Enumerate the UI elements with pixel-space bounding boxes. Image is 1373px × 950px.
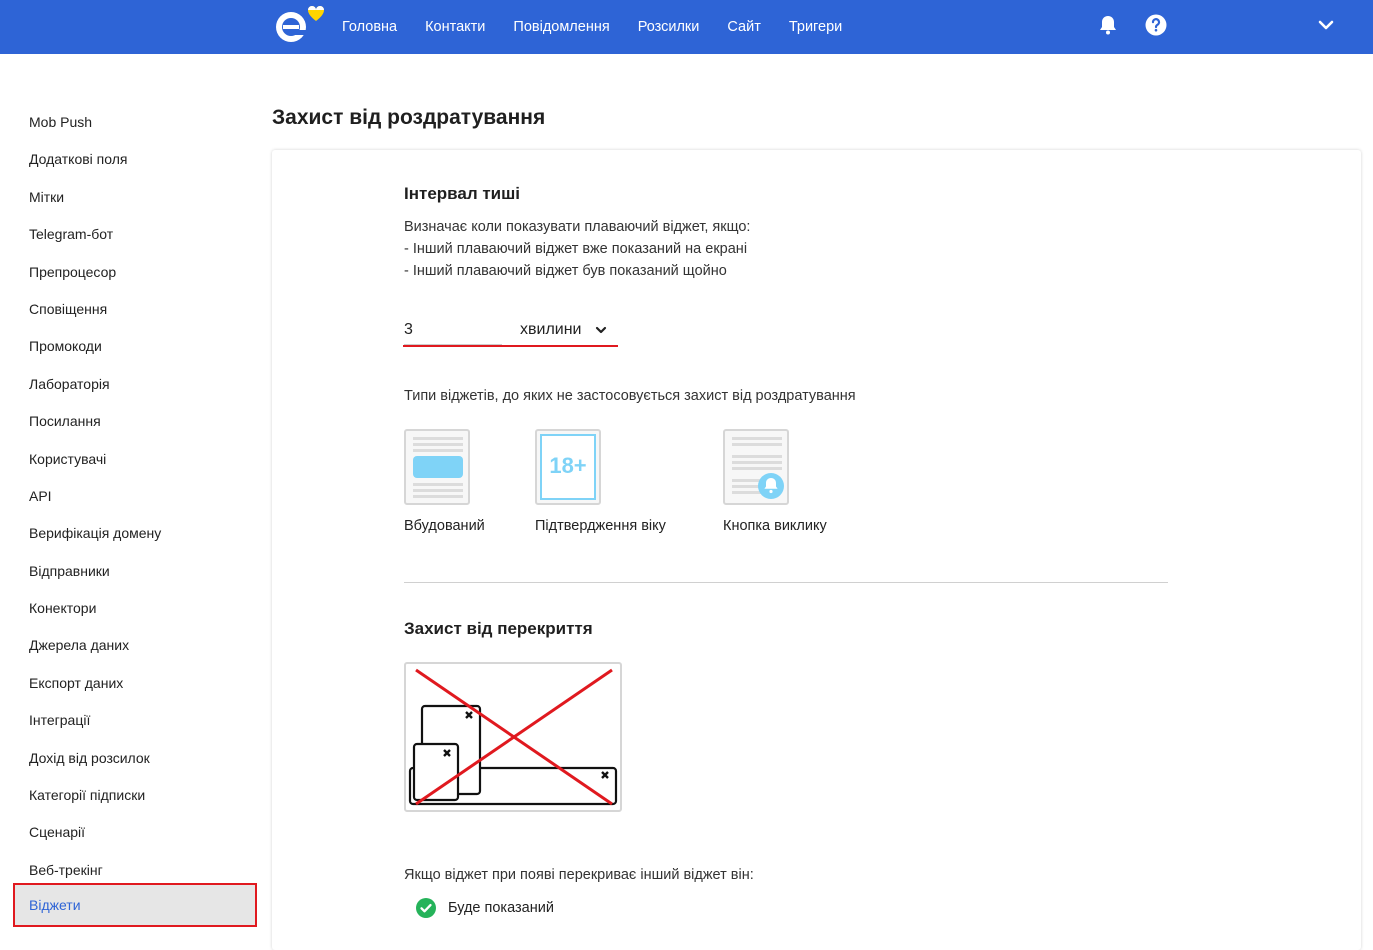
interval-unit-select[interactable]: хвилини xyxy=(520,316,618,344)
main-nav: Головна Контакти Повідомлення Розсилки С… xyxy=(342,0,870,54)
overlap-protection-title: Захист від перекриття xyxy=(404,619,593,638)
silence-description-line-2: - Інший плаваючий віджет вже показаний н… xyxy=(404,241,748,257)
nav-triggers[interactable]: Тригери xyxy=(789,19,842,35)
overlapping-windows-icon xyxy=(408,668,618,806)
nav-campaigns[interactable]: Розсилки xyxy=(638,19,700,35)
overlap-question: Якщо віджет при появі перекриває інший в… xyxy=(404,867,754,883)
nav-messages[interactable]: Повідомлення xyxy=(513,19,609,35)
embedded-widget-label[interactable]: Вбудований xyxy=(404,518,485,534)
nav-home[interactable]: Головна xyxy=(342,19,397,35)
section-divider xyxy=(404,582,1168,583)
page-title: Захист від роздратування xyxy=(272,106,546,129)
silence-interval-title: Інтервал тиші xyxy=(404,184,521,203)
overlap-option-shown[interactable]: Буде показаний xyxy=(416,898,554,918)
silence-interval-input[interactable] xyxy=(404,316,502,345)
help-icon[interactable] xyxy=(1144,13,1168,37)
age-badge: 18+ xyxy=(549,453,587,478)
interval-highlight-underline xyxy=(403,345,618,347)
sidebar-item-widgets[interactable]: Віджети xyxy=(13,883,257,927)
interval-unit-value: хвилини xyxy=(520,321,582,338)
call-button-widget-label[interactable]: Кнопка виклику xyxy=(723,518,827,534)
overlap-option-label: Буде показаний xyxy=(448,900,554,916)
chevron-down-icon[interactable] xyxy=(1314,13,1338,37)
nav-site[interactable]: Сайт xyxy=(727,19,760,35)
chevron-down-icon xyxy=(596,326,607,334)
call-button-widget-icon xyxy=(732,437,784,499)
overlap-illustration xyxy=(404,662,622,812)
embedded-widget-icon xyxy=(413,437,463,498)
excluded-widgets-title: Типи віджетів, до яких не застосовується… xyxy=(404,388,856,404)
age-verification-widget-label[interactable]: Підтвердження віку xyxy=(535,518,666,534)
silence-description-line-3: - Інший плаваючий віджет був показаний щ… xyxy=(404,263,727,279)
embedded-widget-thumb[interactable] xyxy=(404,429,470,505)
age-verification-widget-thumb[interactable]: 18+ xyxy=(535,429,601,505)
silence-description-line-1: Визначає коли показувати плаваючий відже… xyxy=(404,219,751,235)
check-circle-icon xyxy=(416,898,436,918)
top-navbar: Головна Контакти Повідомлення Розсилки С… xyxy=(0,0,1373,54)
brand-logo-icon[interactable] xyxy=(272,6,328,48)
call-button-widget-thumb[interactable] xyxy=(723,429,789,505)
bell-icon[interactable] xyxy=(1096,13,1120,37)
nav-contacts[interactable]: Контакти xyxy=(425,19,485,35)
